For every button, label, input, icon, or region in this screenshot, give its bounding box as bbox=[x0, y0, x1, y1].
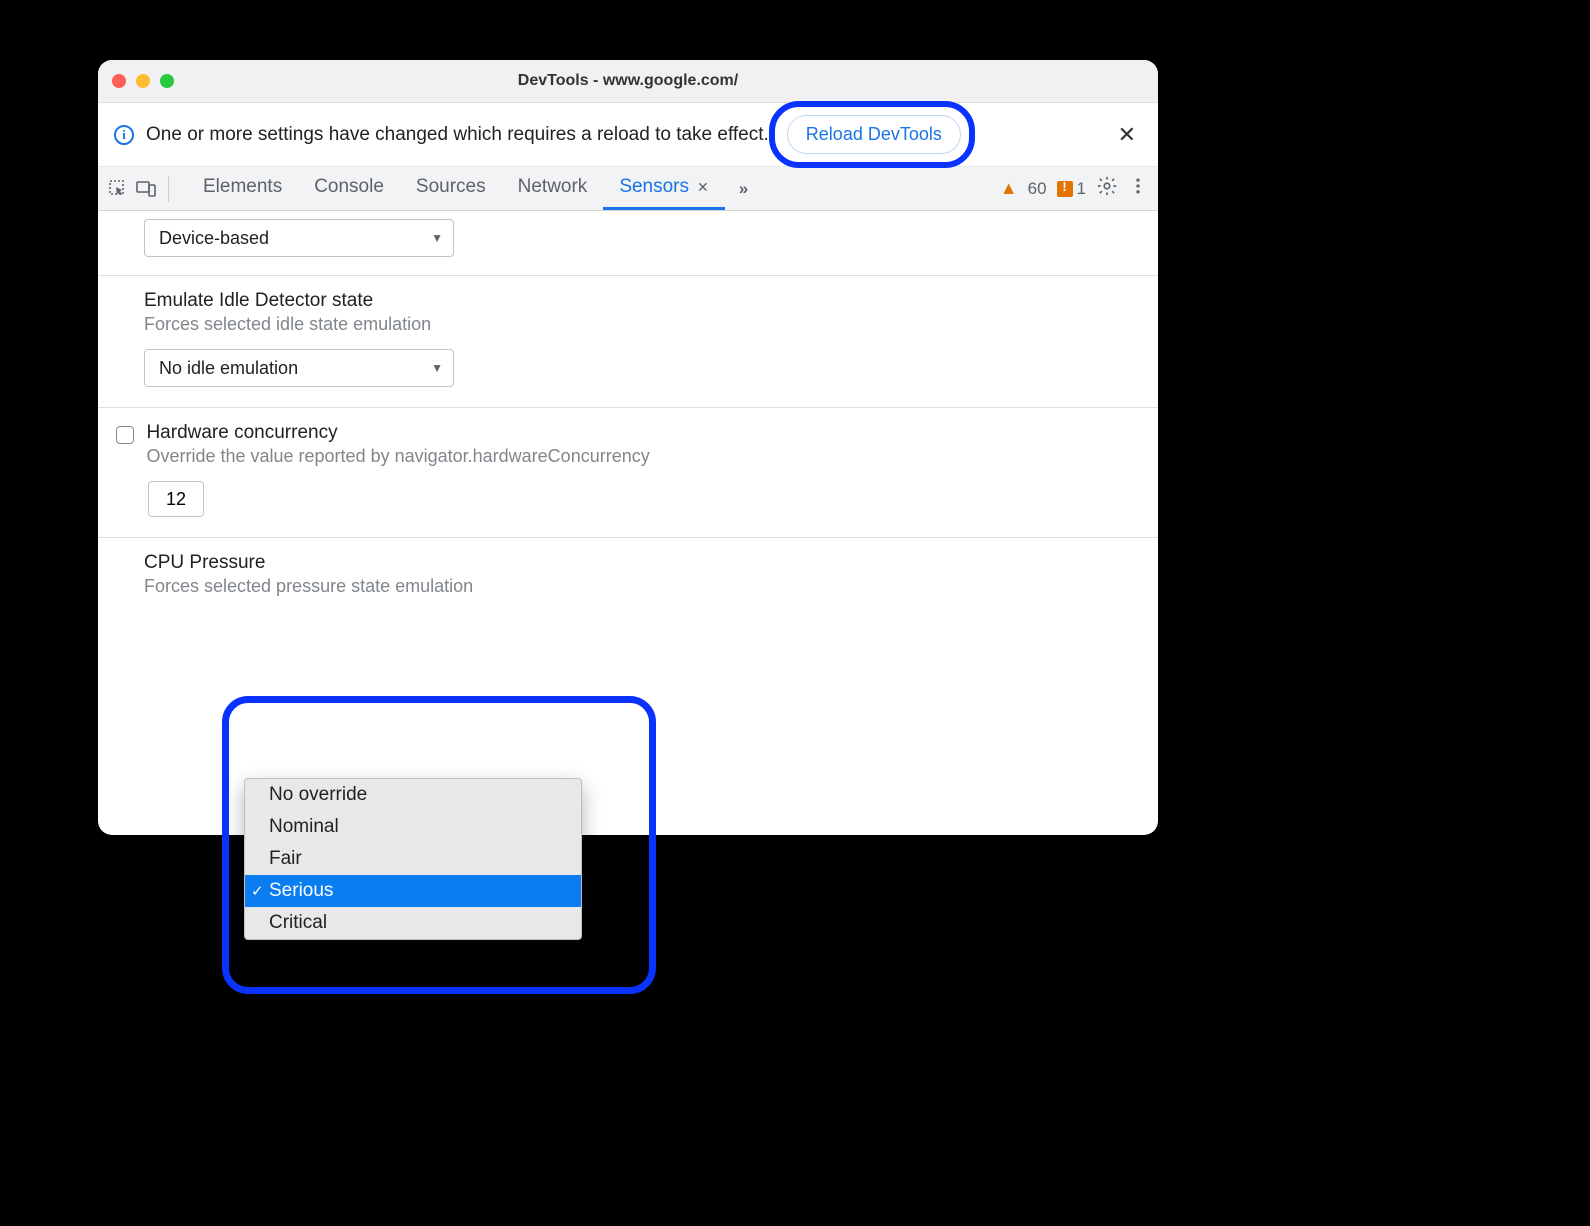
reload-notice-bar: i One or more settings have changed whic… bbox=[98, 103, 1158, 167]
info-icon: i bbox=[114, 125, 134, 145]
reload-button-wrapper: Reload DevTools bbox=[787, 115, 961, 154]
hardware-concurrency-title: Hardware concurrency bbox=[146, 422, 649, 444]
tab-sensors[interactable]: Sensors ✕ bbox=[603, 167, 724, 210]
devtools-window: DevTools - www.google.com/ i One or more… bbox=[98, 60, 1158, 835]
idle-detector-select-value: No idle emulation bbox=[159, 358, 298, 379]
window-title: DevTools - www.google.com/ bbox=[98, 72, 1158, 90]
section-device-select: Device-based ▼ bbox=[98, 211, 1158, 276]
issues-icon[interactable]: ! 1 bbox=[1057, 179, 1086, 199]
devtools-toolbar: Elements Console Sources Network Sensors… bbox=[98, 167, 1158, 211]
dismiss-notice-button[interactable]: ✕ bbox=[1112, 116, 1142, 154]
section-cpu-pressure: CPU Pressure Forces selected pressure st… bbox=[98, 538, 1158, 643]
cpu-pressure-option-critical[interactable]: Critical bbox=[245, 907, 581, 939]
cpu-pressure-dropdown[interactable]: No override Nominal Fair ✓Serious Critic… bbox=[244, 778, 582, 940]
cpu-pressure-option-serious[interactable]: ✓Serious bbox=[245, 875, 581, 907]
maximize-window-button[interactable] bbox=[160, 74, 174, 88]
devtools-chrome: i One or more settings have changed whic… bbox=[98, 102, 1158, 643]
issues-count: 1 bbox=[1077, 179, 1086, 199]
sensors-panel: Device-based ▼ Emulate Idle Detector sta… bbox=[98, 211, 1158, 643]
warning-icon[interactable]: ▲ bbox=[1000, 178, 1018, 199]
more-tabs-button[interactable]: » bbox=[739, 179, 748, 199]
tab-console[interactable]: Console bbox=[298, 167, 400, 210]
check-icon: ✓ bbox=[251, 882, 264, 900]
traffic-lights bbox=[112, 74, 174, 88]
toolbar-right: ▲ 60 ! 1 bbox=[1000, 175, 1148, 202]
more-options-icon[interactable] bbox=[1128, 176, 1148, 201]
cpu-pressure-option-no-override[interactable]: No override bbox=[245, 779, 581, 811]
toolbar-divider bbox=[168, 176, 169, 202]
device-based-select-value: Device-based bbox=[159, 228, 269, 249]
hardware-concurrency-input[interactable]: 12 bbox=[148, 481, 204, 517]
reload-notice-text: One or more settings have changed which … bbox=[146, 124, 769, 146]
tab-network[interactable]: Network bbox=[502, 167, 604, 210]
device-based-select[interactable]: Device-based ▼ bbox=[144, 219, 454, 257]
close-tab-icon[interactable]: ✕ bbox=[697, 179, 709, 196]
reload-devtools-button[interactable]: Reload DevTools bbox=[787, 115, 961, 154]
cpu-pressure-option-fair[interactable]: Fair bbox=[245, 843, 581, 875]
idle-detector-select[interactable]: No idle emulation ▼ bbox=[144, 349, 454, 387]
cpu-pressure-desc: Forces selected pressure state emulation bbox=[144, 576, 1138, 597]
idle-detector-desc: Forces selected idle state emulation bbox=[144, 314, 1138, 335]
idle-detector-title: Emulate Idle Detector state bbox=[144, 290, 1138, 312]
device-toolbar-icon[interactable] bbox=[136, 179, 156, 199]
close-window-button[interactable] bbox=[112, 74, 126, 88]
warning-count: 60 bbox=[1028, 179, 1047, 199]
tab-sources[interactable]: Sources bbox=[400, 167, 502, 210]
tab-elements[interactable]: Elements bbox=[187, 167, 298, 210]
hardware-concurrency-checkbox[interactable] bbox=[116, 426, 134, 444]
panel-tabs: Elements Console Sources Network Sensors… bbox=[187, 167, 725, 210]
cpu-pressure-title: CPU Pressure bbox=[144, 552, 1138, 574]
section-idle-detector: Emulate Idle Detector state Forces selec… bbox=[98, 276, 1158, 408]
window-titlebar: DevTools - www.google.com/ bbox=[98, 60, 1158, 102]
hardware-concurrency-desc: Override the value reported by navigator… bbox=[146, 446, 649, 467]
inspect-element-icon[interactable] bbox=[108, 179, 128, 199]
chevron-down-icon: ▼ bbox=[431, 231, 443, 245]
section-hardware-concurrency: Hardware concurrency Override the value … bbox=[98, 408, 1158, 538]
cpu-pressure-option-nominal[interactable]: Nominal bbox=[245, 811, 581, 843]
minimize-window-button[interactable] bbox=[136, 74, 150, 88]
settings-gear-icon[interactable] bbox=[1096, 175, 1118, 202]
chevron-down-icon: ▼ bbox=[431, 361, 443, 375]
